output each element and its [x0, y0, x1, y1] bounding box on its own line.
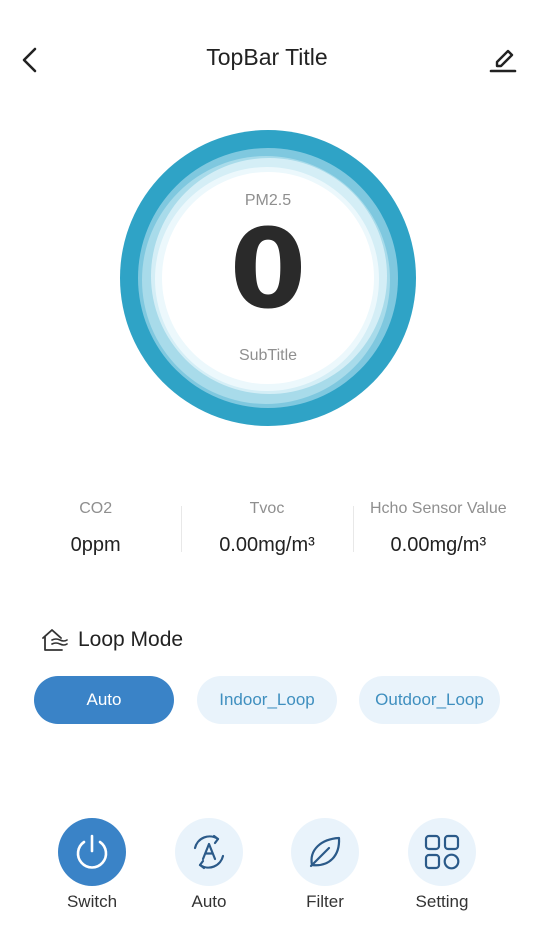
- metric-value: 0.00mg/m³: [390, 534, 487, 556]
- mode-indoor-loop-button[interactable]: Indoor_Loop: [197, 676, 337, 724]
- setting-button[interactable]: Setting: [397, 818, 487, 912]
- pm25-gauge: PM2.5 0 SubTitle: [120, 130, 416, 426]
- auto-button[interactable]: Auto: [164, 818, 254, 912]
- metric-co2: CO2 0ppm: [10, 498, 181, 568]
- auto-cycle-icon: [193, 834, 225, 870]
- metric-hcho: Hcho Sensor Value 0.00mg/m³: [352, 498, 524, 568]
- mode-auto-button[interactable]: Auto: [34, 676, 174, 724]
- switch-label: Switch: [66, 892, 118, 911]
- switch-button[interactable]: Switch: [47, 818, 137, 912]
- switch-circle: [58, 818, 126, 886]
- auto-label: Auto: [191, 892, 227, 911]
- gauge-subtitle: SubTitle: [238, 347, 298, 364]
- edit-button[interactable]: [486, 42, 520, 78]
- page-title: TopBar Title: [206, 44, 328, 70]
- divider: [352, 506, 354, 552]
- metric-value: 0ppm: [70, 534, 121, 556]
- filter-button[interactable]: Filter: [280, 818, 370, 912]
- filter-label: Filter: [306, 892, 344, 911]
- gauge-value: 0: [229, 205, 307, 333]
- divider: [181, 506, 183, 552]
- metric-label: CO2: [79, 500, 113, 517]
- loop-mode-title: Loop Mode: [78, 628, 184, 651]
- setting-circle: [408, 818, 476, 886]
- metric-label: Hcho Sensor Value: [369, 500, 507, 517]
- mode-outdoor-loop-button[interactable]: Outdoor_Loop: [359, 676, 500, 724]
- setting-label: Setting: [415, 892, 469, 911]
- top-bar: TopBar Title: [0, 0, 534, 120]
- grid-icon: [424, 834, 460, 870]
- leaf-icon: [309, 836, 341, 868]
- loop-mode-header: Loop Mode: [40, 624, 183, 656]
- power-icon: [76, 834, 108, 869]
- filter-circle: [291, 818, 359, 886]
- metric-label: Tvoc: [249, 500, 285, 517]
- auto-circle: [175, 818, 243, 886]
- house-wind-icon: [42, 629, 68, 651]
- pencil-icon: [489, 49, 517, 73]
- metrics-row: CO2 0ppm Tvoc 0.00mg/m³ Hcho Sensor Valu…: [10, 498, 524, 568]
- metric-tvoc: Tvoc 0.00mg/m³: [181, 498, 352, 568]
- metric-value: 0.00mg/m³: [219, 534, 315, 556]
